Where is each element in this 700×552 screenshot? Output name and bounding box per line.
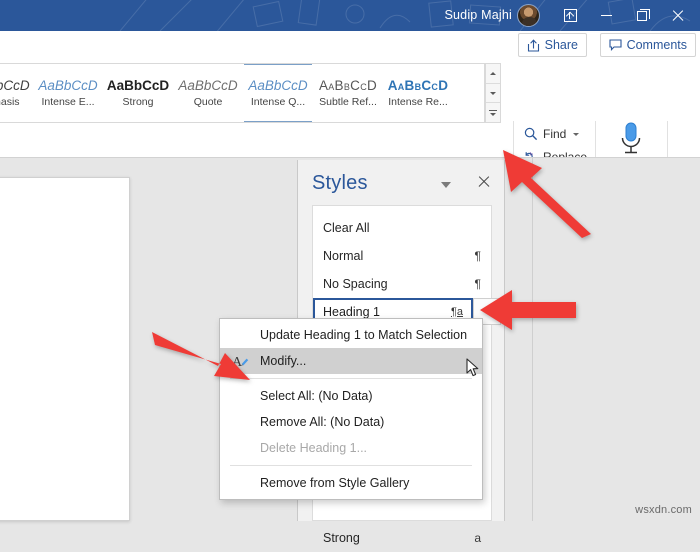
gallery-name: Quote <box>194 96 223 108</box>
style-item-mark: ¶ <box>475 249 481 263</box>
style-item-clear-all[interactable]: Clear All <box>313 214 491 242</box>
gallery-sample: AaBbCcD <box>388 78 449 93</box>
menu-item-select-all[interactable]: Select All: (No Data) <box>220 383 482 409</box>
styles-gallery: AaBbCcD mphasis AaBbCcD Intense E... AaB… <box>0 63 485 123</box>
gallery-scroll-up-button[interactable] <box>486 64 500 84</box>
menu-item-modify[interactable]: A Modify... <box>220 348 482 374</box>
gallery-sample: AaBbCcD <box>248 78 307 93</box>
microphone-icon <box>616 121 646 161</box>
minimize-icon <box>601 15 612 16</box>
style-item-label: Normal <box>323 249 363 263</box>
share-button[interactable]: Share <box>518 33 587 57</box>
gallery-item-strong[interactable]: AaBbCcD Strong <box>104 64 172 122</box>
gallery-sample: AaBbCcD <box>319 78 377 93</box>
avatar[interactable] <box>517 4 540 27</box>
arrow-to-modify-item <box>150 326 258 382</box>
style-item-label: Strong <box>323 531 360 545</box>
chevron-up-icon <box>490 72 496 75</box>
menu-separator <box>230 465 472 466</box>
styles-pane-options-button[interactable] <box>441 182 451 188</box>
gallery-item-intense-reference[interactable]: AaBbCcD Intense Re... <box>384 64 452 122</box>
word-window: Sudip Majhi Share <box>0 0 700 521</box>
menu-item-label: Update Heading 1 to Match Selection <box>260 328 467 342</box>
ribbon: AaBbCcD mphasis AaBbCcD Intense E... AaB… <box>0 59 700 158</box>
comments-label: Comments <box>627 38 687 52</box>
mouse-cursor <box>466 358 480 378</box>
share-icon <box>527 39 540 52</box>
gallery-item-emphasis[interactable]: AaBbCcD mphasis <box>0 64 34 122</box>
menu-item-label: Remove All: (No Data) <box>260 415 384 429</box>
find-label: Find <box>543 127 566 141</box>
search-icon <box>524 127 538 141</box>
more-styles-icon <box>489 110 497 116</box>
comment-icon <box>609 39 622 51</box>
menu-item-remove-from-style-gallery[interactable]: Remove from Style Gallery <box>220 470 482 496</box>
menu-item-remove-all[interactable]: Remove All: (No Data) <box>220 409 482 435</box>
menu-item-label: Modify... <box>260 354 306 368</box>
close-icon <box>672 10 684 22</box>
restore-icon <box>637 11 647 21</box>
gallery-sample: AaBbCcD <box>0 78 30 93</box>
find-button[interactable]: Find <box>524 123 579 145</box>
document-page[interactable] <box>0 177 130 521</box>
chevron-down-icon <box>573 133 579 136</box>
gallery-name: Intense E... <box>41 96 94 108</box>
gallery-name: Intense Re... <box>388 96 448 108</box>
menu-item-label: Select All: (No Data) <box>260 389 373 403</box>
gallery-item-subtle-reference[interactable]: AaBbCcD Subtle Ref... <box>314 64 382 122</box>
watermark: wsxdn.com <box>635 504 692 516</box>
menu-separator <box>230 378 472 379</box>
gallery-name: mphasis <box>0 96 20 108</box>
menu-item-label: Remove from Style Gallery <box>260 476 409 490</box>
style-item-label: Clear All <box>323 221 370 235</box>
gallery-scroll-down-button[interactable] <box>486 84 500 104</box>
menu-item-delete-heading-1: Delete Heading 1... <box>220 435 482 461</box>
gallery-sample: AaBbCcD <box>38 78 97 93</box>
style-item-label: Heading 1 <box>323 305 380 319</box>
gallery-name: Subtle Ref... <box>319 96 377 108</box>
style-context-menu: Update Heading 1 to Match Selection A Mo… <box>219 318 483 500</box>
style-item-strong[interactable]: Strong a <box>313 524 491 552</box>
gallery-item-intense-emphasis[interactable]: AaBbCcD Intense E... <box>34 64 102 122</box>
gallery-sample: AaBbCcD <box>107 78 169 93</box>
ribbon-display-options-icon <box>564 9 577 22</box>
style-item-normal[interactable]: Normal ¶ <box>313 242 491 270</box>
gallery-sample: AaBbCcD <box>178 78 237 93</box>
style-item-mark: a <box>474 531 481 545</box>
menu-item-label: Delete Heading 1... <box>260 441 367 455</box>
share-bar: Share Comments <box>0 31 700 60</box>
title-bar: Sudip Majhi <box>0 0 700 31</box>
gallery-name: Strong <box>123 96 154 108</box>
account-name: Sudip Majhi <box>444 5 512 26</box>
styles-pane-close-button[interactable] <box>476 174 492 190</box>
style-item-mark: ¶a <box>451 306 463 318</box>
style-item-no-spacing[interactable]: No Spacing ¶ <box>313 270 491 298</box>
gallery-item-intense-quote[interactable]: AaBbCcD Intense Q... <box>244 64 312 122</box>
arrow-to-styles-launcher <box>495 148 600 238</box>
chevron-down-icon <box>490 92 496 95</box>
styles-pane-title: Styles <box>312 172 368 195</box>
gallery-scrollbar[interactable] <box>485 63 501 123</box>
arrow-to-style-dropdown <box>478 288 578 332</box>
style-item-label: No Spacing <box>323 277 388 291</box>
gallery-more-button[interactable] <box>486 103 500 122</box>
menu-item-update-to-match-selection[interactable]: Update Heading 1 to Match Selection <box>220 322 482 348</box>
gallery-item-quote[interactable]: AaBbCcD Quote <box>174 64 242 122</box>
close-button[interactable] <box>656 0 700 31</box>
share-label: Share <box>545 38 578 52</box>
comments-button[interactable]: Comments <box>600 33 696 57</box>
gallery-name: Intense Q... <box>251 96 305 108</box>
